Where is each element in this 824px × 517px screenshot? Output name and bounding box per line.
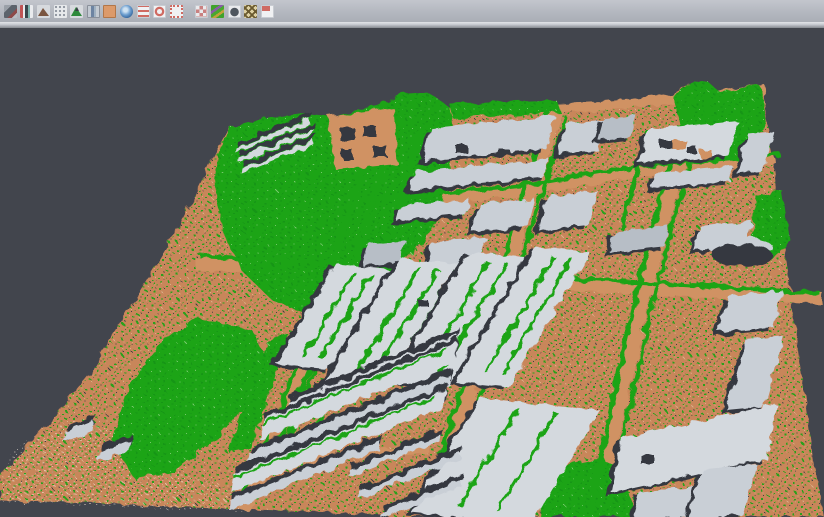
markers-icon (244, 5, 257, 18)
cube-icon (4, 5, 17, 18)
contours-button[interactable] (136, 2, 151, 20)
ortho-button[interactable] (102, 2, 117, 20)
profile-icon (87, 5, 100, 18)
flag-icon (261, 5, 274, 18)
dem-icon (37, 5, 50, 18)
mesh-button[interactable] (227, 2, 242, 20)
flag-button[interactable] (260, 2, 275, 20)
small-structure (372, 146, 387, 157)
circle-select-icon (153, 5, 166, 18)
point-cloud-render (0, 28, 824, 517)
markers-button[interactable] (243, 2, 258, 20)
circle-select-button[interactable] (152, 2, 167, 20)
raster-grid-icon (195, 5, 208, 18)
roof-speck (640, 455, 654, 463)
bare-ground-patch (328, 108, 398, 170)
classification-button[interactable] (210, 2, 225, 20)
small-structure (363, 126, 376, 137)
roof-speck (418, 300, 428, 306)
extent-button[interactable] (169, 2, 184, 20)
globe-button[interactable] (119, 2, 134, 20)
dem-button[interactable] (36, 2, 51, 20)
contours-icon (137, 5, 150, 18)
extent-icon (170, 5, 183, 18)
application-window (0, 0, 824, 517)
move-icon (20, 5, 33, 18)
globe-icon (120, 5, 133, 18)
roof-speck (500, 150, 510, 156)
ortho-icon (103, 5, 116, 18)
terrain-icon (70, 5, 83, 18)
classification-icon (211, 5, 224, 18)
toolbar (0, 0, 824, 22)
viewport-3d[interactable] (0, 28, 824, 517)
roof-speck (672, 140, 686, 149)
roof-speck (700, 150, 712, 158)
terrain-button[interactable] (69, 2, 84, 20)
small-structure (340, 128, 355, 141)
points-icon (54, 5, 67, 18)
raster-grid-button[interactable] (194, 2, 209, 20)
small-structure (342, 150, 353, 159)
cube-button[interactable] (3, 2, 18, 20)
points-button[interactable] (53, 2, 68, 20)
move-button[interactable] (19, 2, 34, 20)
mesh-icon (228, 5, 241, 18)
roof-speck (688, 148, 698, 154)
profile-button[interactable] (86, 2, 101, 20)
roof-speck (455, 145, 467, 153)
roof-speck (660, 140, 672, 148)
pit (712, 244, 772, 266)
